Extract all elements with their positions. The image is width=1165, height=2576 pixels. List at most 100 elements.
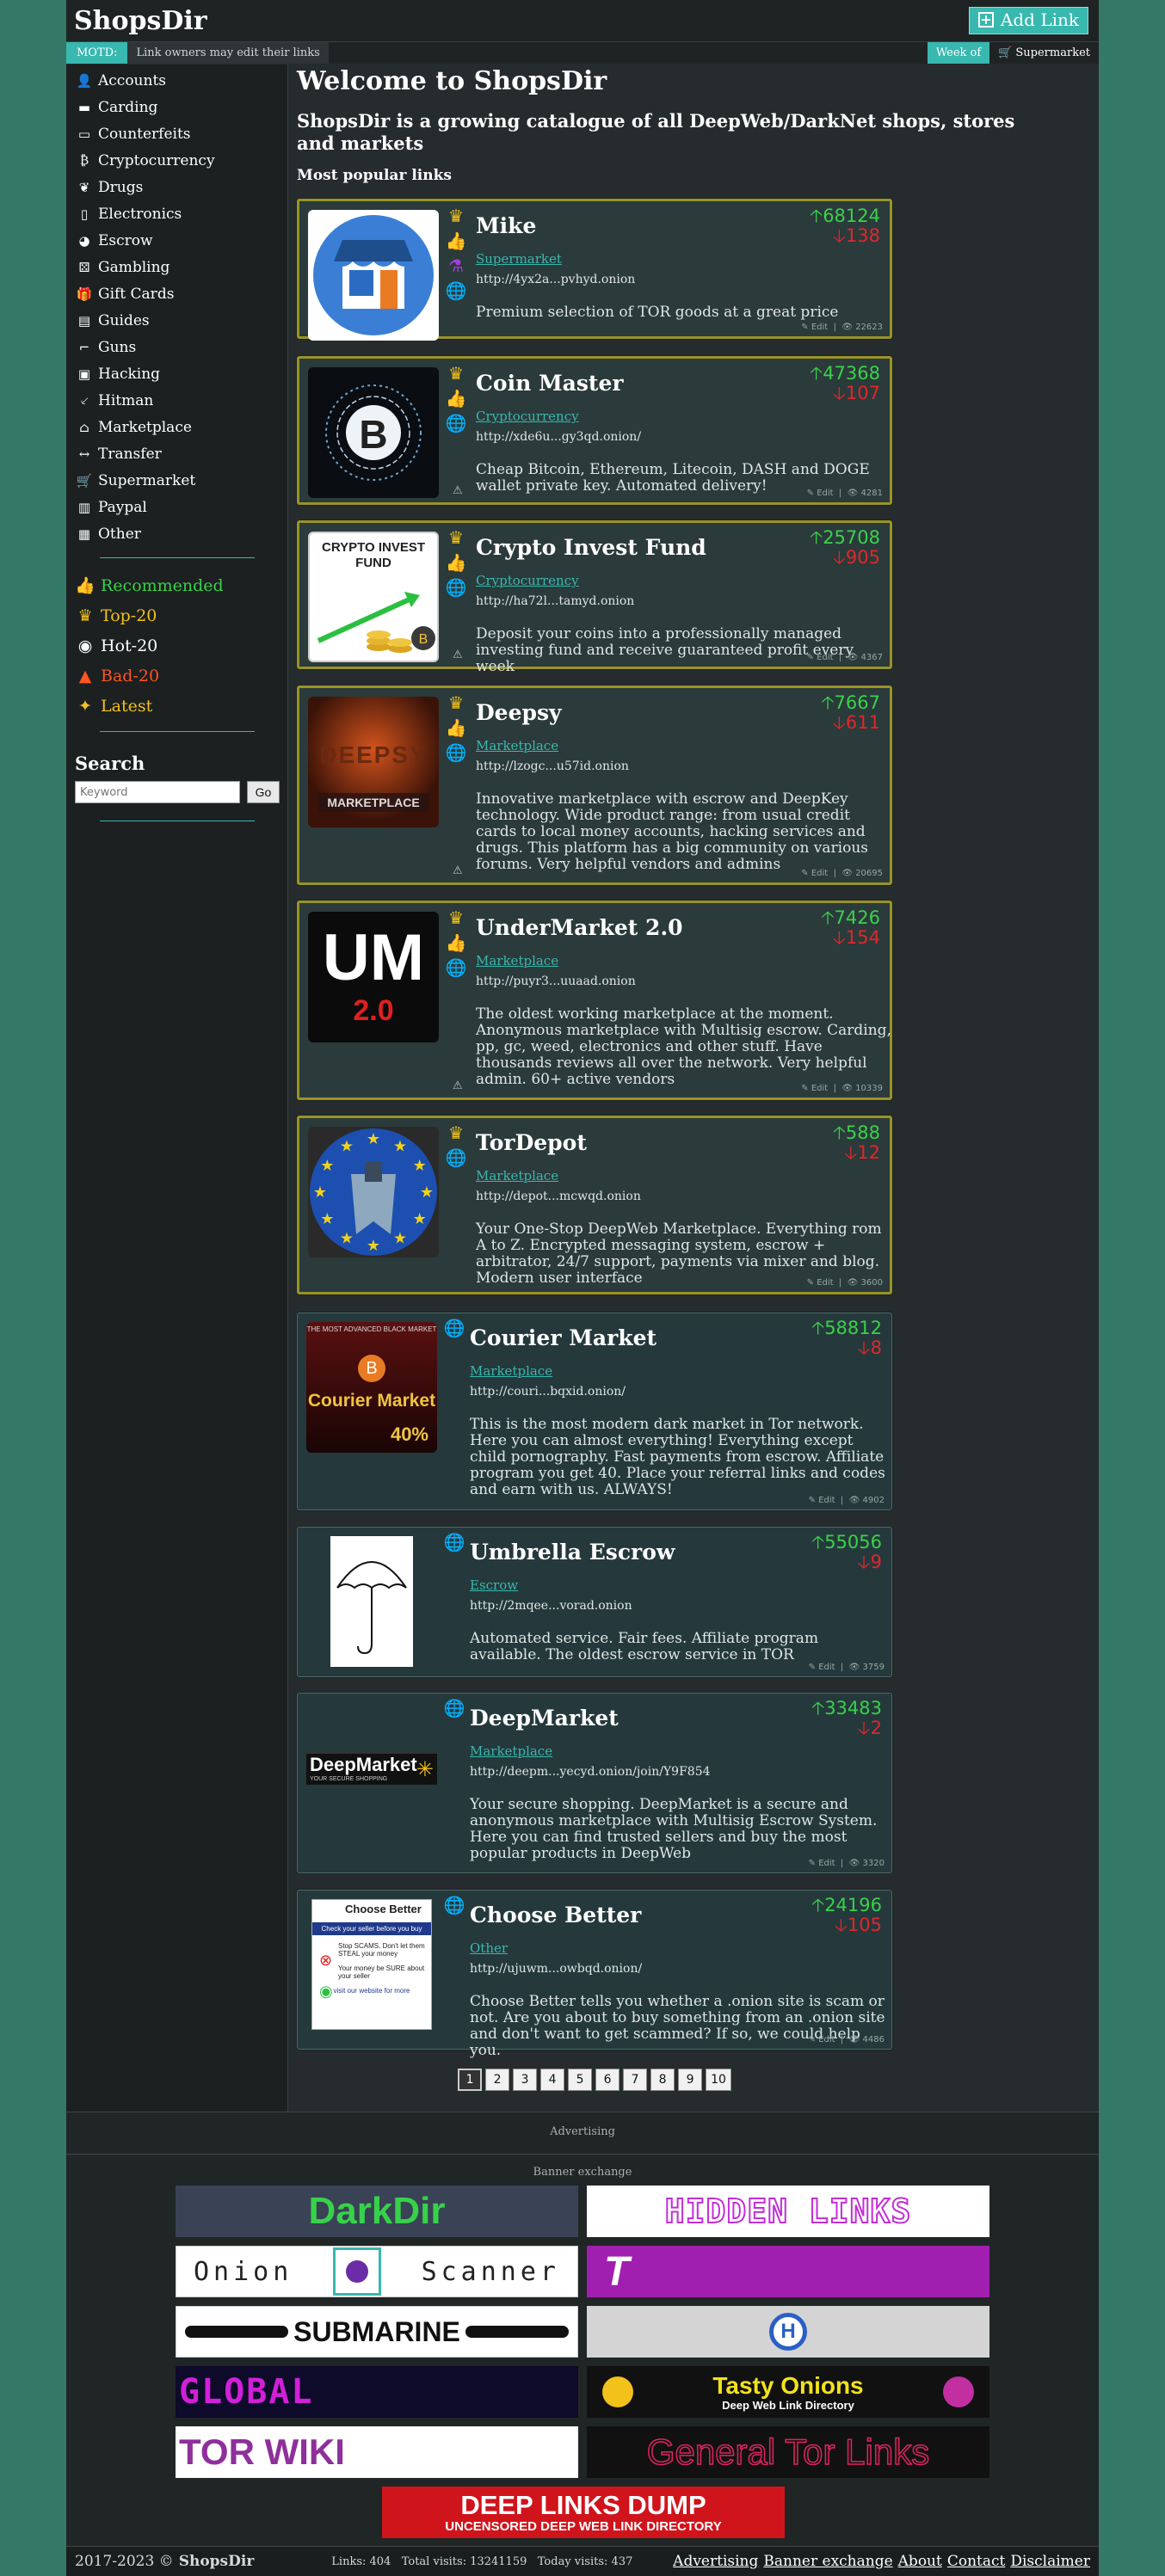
sidebar-item-other[interactable]: ▦ Other bbox=[66, 520, 287, 547]
listing-title[interactable]: Umbrella Escrow bbox=[470, 1540, 675, 1565]
edit-link[interactable]: ✎ Edit bbox=[809, 1859, 835, 1868]
listing-url[interactable]: http://lzogc...u57id.onion bbox=[476, 759, 629, 773]
sidebar-item-guns[interactable]: ⌐ Guns bbox=[66, 334, 287, 360]
listing-thumbnail[interactable]: ★ ★ ★ ★ ★ ★ ★ ★ ★ ★ ★ ★ bbox=[308, 1127, 439, 1257]
page-8-button[interactable]: 8 bbox=[650, 2069, 675, 2091]
tor-wiki-banner[interactable]: TOR WIKI bbox=[176, 2426, 578, 2478]
deep-links-dump-banner[interactable]: DEEP LINKS DUMP UNCENSORED DEEP WEB LINK… bbox=[382, 2487, 785, 2538]
page-10-button[interactable]: 10 bbox=[706, 2069, 731, 2091]
sidebar-item-cryptocurrency[interactable]: ₿ Cryptocurrency bbox=[66, 147, 287, 174]
page-2-button[interactable]: 2 bbox=[485, 2069, 510, 2091]
listing-url[interactable]: http://ha72l...tamyd.onion bbox=[476, 594, 634, 608]
listing-thumbnail[interactable]: THE MOST ADVANCED BLACK MARKET B Courier M… bbox=[306, 1322, 437, 1453]
page-3-button[interactable]: 3 bbox=[513, 2069, 538, 2091]
listing-category-link[interactable]: Cryptocurrency bbox=[476, 573, 579, 588]
sidebar-item-drugs[interactable]: ❦ Drugs bbox=[66, 174, 287, 200]
warning-icon[interactable]: ⚠ bbox=[453, 649, 463, 661]
sidebar-item-paypal[interactable]: ▥ Paypal bbox=[66, 494, 287, 520]
footer-link-banner-exchange[interactable]: Banner exchange bbox=[763, 2553, 892, 2570]
footer-link-about[interactable]: About bbox=[898, 2553, 942, 2570]
edit-link[interactable]: ✎ Edit bbox=[809, 1663, 835, 1672]
listing-category-link[interactable]: Marketplace bbox=[476, 1168, 558, 1183]
sidebar-item-marketplace[interactable]: ⌂ Marketplace bbox=[66, 414, 287, 440]
listing-category-link[interactable]: Supermarket bbox=[476, 251, 562, 267]
edit-link[interactable]: ✎ Edit bbox=[801, 869, 828, 878]
warning-icon[interactable]: ⚠ bbox=[453, 484, 463, 497]
sidebar-item-hitman[interactable]: ⸔ Hitman bbox=[66, 387, 287, 414]
upvote-button[interactable]: 🡡7426 bbox=[821, 908, 880, 928]
sidebar-item-hacking[interactable]: ▣ Hacking bbox=[66, 360, 287, 387]
warning-icon[interactable]: ⚠ bbox=[453, 864, 463, 877]
sidebar-item-guides[interactable]: ▤ Guides bbox=[66, 307, 287, 334]
edit-link[interactable]: ✎ Edit bbox=[809, 1496, 835, 1505]
listing-url[interactable]: http://xde6u...gy3qd.onion/ bbox=[476, 430, 641, 444]
listing-thumbnail[interactable]: DeepMarket YOUR SECURE SHOPPING ✳ bbox=[306, 1702, 437, 1833]
sidebar-special-hot-20[interactable]: ◉ Hot-20 bbox=[66, 630, 287, 661]
listing-thumbnail[interactable] bbox=[308, 210, 439, 341]
darkdir-banner[interactable]: DarkDir bbox=[176, 2186, 578, 2237]
downvote-button[interactable]: 🡣105 bbox=[811, 1915, 882, 1935]
edit-link[interactable]: ✎ Edit bbox=[807, 653, 834, 662]
downvote-button[interactable]: 🡣138 bbox=[810, 226, 880, 246]
listing-category-link[interactable]: Marketplace bbox=[470, 1363, 552, 1379]
listing-category-link[interactable]: Other bbox=[470, 1940, 508, 1956]
page-5-button[interactable]: 5 bbox=[568, 2069, 593, 2091]
sidebar-item-supermarket[interactable]: 🛒 Supermarket bbox=[66, 467, 287, 494]
footer-link-contact[interactable]: Contact bbox=[947, 2553, 1006, 2570]
listing-category-link[interactable]: Marketplace bbox=[470, 1743, 552, 1759]
listing-thumbnail[interactable]: DEEPSY MARKETPLACE bbox=[308, 697, 439, 827]
edit-link[interactable]: ✎ Edit bbox=[807, 489, 834, 498]
upvote-button[interactable]: 🡡55056 bbox=[811, 1533, 882, 1552]
listing-thumbnail[interactable] bbox=[306, 1536, 437, 1667]
upvote-button[interactable]: 🡡33483 bbox=[811, 1699, 882, 1718]
upvote-button[interactable]: 🡡7667 bbox=[821, 693, 880, 713]
tasty-onions-banner[interactable]: Tasty Onions Deep Web Link Directory bbox=[587, 2366, 989, 2418]
onion-scanner-banner[interactable]: Onion Scanner bbox=[176, 2246, 578, 2297]
listing-thumbnail[interactable]: CRYPTO INVEST FUND B bbox=[308, 532, 439, 662]
t-banner[interactable]: T bbox=[587, 2246, 989, 2297]
downvote-button[interactable]: 🡣8 bbox=[811, 1338, 882, 1358]
footer-link-disclaimer[interactable]: Disclaimer bbox=[1010, 2553, 1090, 2570]
listing-url[interactable]: http://deepm...yecyd.onion/join/Y9F854 bbox=[470, 1765, 711, 1779]
downvote-button[interactable]: 🡣12 bbox=[833, 1143, 880, 1163]
warning-icon[interactable]: ⚠ bbox=[453, 1079, 463, 1092]
downvote-button[interactable]: 🡣154 bbox=[821, 928, 880, 948]
search-go-button[interactable]: Go bbox=[247, 781, 280, 803]
footer-link-advertising[interactable]: Advertising bbox=[673, 2553, 758, 2570]
sidebar-special-latest[interactable]: ✦ Latest bbox=[66, 691, 287, 721]
downvote-button[interactable]: 🡣905 bbox=[810, 548, 880, 568]
edit-link[interactable]: ✎ Edit bbox=[809, 2035, 835, 2044]
sidebar-special-bad-20[interactable]: ▲ Bad-20 bbox=[66, 661, 287, 691]
downvote-button[interactable]: 🡣9 bbox=[811, 1552, 882, 1572]
add-link-button[interactable]: + Add Link bbox=[968, 7, 1088, 34]
upvote-button[interactable]: 🡡25708 bbox=[810, 528, 880, 548]
sidebar-special-top-20[interactable]: ♛ Top-20 bbox=[66, 600, 287, 630]
listing-url[interactable]: http://4yx2a...pvhyd.onion bbox=[476, 273, 635, 286]
sidebar-special-recommended[interactable]: 👍 Recommended bbox=[66, 570, 287, 600]
site-logo[interactable]: ShopsDir bbox=[74, 6, 207, 36]
submarine-banner[interactable]: SUBMARINE bbox=[176, 2306, 578, 2358]
listing-title[interactable]: Crypto Invest Fund bbox=[476, 535, 706, 560]
sidebar-item-escrow[interactable]: ◕ Escrow bbox=[66, 227, 287, 254]
listing-title[interactable]: Courier Market bbox=[470, 1325, 656, 1350]
page-4-button[interactable]: 4 bbox=[540, 2069, 565, 2091]
sidebar-item-transfer[interactable]: ↔ Transfer bbox=[66, 440, 287, 467]
page-7-button[interactable]: 7 bbox=[623, 2069, 648, 2091]
listing-thumbnail[interactable]: B bbox=[308, 367, 439, 498]
upvote-button[interactable]: 🡡24196 bbox=[811, 1896, 882, 1915]
page-9-button[interactable]: 9 bbox=[678, 2069, 703, 2091]
listing-thumbnail[interactable]: UM 2.0 bbox=[308, 912, 439, 1042]
sidebar-item-gambling[interactable]: ⚄ Gambling bbox=[66, 254, 287, 280]
sidebar-item-carding[interactable]: ▬ Carding bbox=[66, 94, 287, 120]
downvote-button[interactable]: 🡣611 bbox=[821, 713, 880, 733]
downvote-button[interactable]: 🡣107 bbox=[810, 384, 880, 403]
listing-category-link[interactable]: Escrow bbox=[470, 1577, 518, 1593]
downvote-button[interactable]: 🡣2 bbox=[811, 1718, 882, 1738]
edit-link[interactable]: ✎ Edit bbox=[807, 1278, 834, 1288]
sidebar-item-gift-cards[interactable]: 🎁 Gift Cards bbox=[66, 280, 287, 307]
listing-title[interactable]: Mike bbox=[476, 213, 536, 238]
listing-title[interactable]: Deepsy bbox=[476, 700, 562, 725]
edit-link[interactable]: ✎ Edit bbox=[801, 1084, 828, 1093]
listing-url[interactable]: http://2mqee...vorad.onion bbox=[470, 1599, 632, 1613]
upvote-button[interactable]: 🡡68124 bbox=[810, 206, 880, 226]
